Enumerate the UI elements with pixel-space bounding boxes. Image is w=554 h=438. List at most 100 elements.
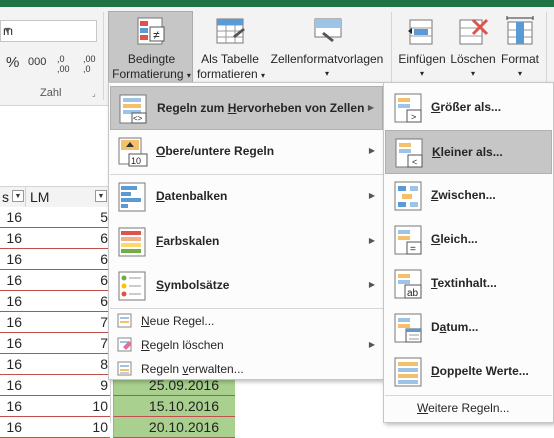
table-row: 16 6	[0, 291, 110, 312]
table-row: 16 5	[0, 207, 110, 228]
svg-text:≠: ≠	[153, 28, 160, 42]
cell-value[interactable]: 6	[22, 251, 108, 267]
menu-item-data-bars[interactable]: Datenbalken ▶	[110, 175, 383, 219]
submenu-item-label: extinhalt...	[437, 276, 497, 290]
conditional-formatting-button[interactable]: ≠ Bedingte Formatierung ▾	[108, 11, 193, 84]
date-cell[interactable]: 15.10.2016	[113, 396, 235, 417]
icon-badge: >	[411, 112, 416, 122]
cell-value[interactable]: 16	[0, 272, 22, 288]
submenu-item-accelerator: K	[432, 145, 441, 159]
menu-item-manage-rules[interactable]: Regeln verwalten...	[110, 357, 383, 381]
equal-to-icon: =	[394, 225, 422, 255]
menu-item-new-rule[interactable]: Neue Regel...	[110, 309, 383, 333]
new-rule-icon	[117, 313, 132, 328]
menu-item-clear-rules[interactable]: Regeln löschen ▶	[110, 333, 383, 357]
cell-styles-icon	[314, 18, 342, 42]
table-row: 16 6	[0, 228, 110, 249]
cell-value[interactable]: 16	[0, 209, 22, 225]
submenu-item-label: wischen...	[438, 188, 496, 202]
menu-item-top-bottom-rules[interactable]: 10 Obere/untere Regeln ▶	[110, 130, 383, 174]
chevron-down-icon: ▾	[186, 71, 191, 80]
delete-button[interactable]: Löschen ▾	[448, 12, 498, 84]
table-row: 16 6	[0, 249, 110, 270]
cell-value[interactable]: 16	[0, 377, 22, 393]
increase-decimal-button[interactable]: ,0 ,00	[57, 54, 77, 74]
percent-button[interactable]: %	[6, 54, 19, 71]
icon-badge: ab	[407, 288, 419, 299]
cell-value[interactable]: 7	[22, 335, 108, 351]
cell-value[interactable]: 16	[0, 335, 22, 351]
chevron-down-icon: ▾	[517, 69, 522, 78]
icon-badge: <	[412, 157, 417, 167]
table-header-row: s ▼ LM ▼	[0, 186, 110, 208]
menu-item-label: eue Regel...	[149, 314, 215, 328]
cell-value[interactable]: 7	[22, 314, 108, 330]
group-separator	[103, 12, 104, 100]
highlight-cells-rules-submenu: > Größer als... < Kleiner als... Zwische…	[383, 82, 554, 423]
cell-styles-button[interactable]: Zellenformatvorlagen ▾	[268, 12, 386, 84]
submenu-item-label: D	[431, 320, 440, 334]
thousands-separator-button[interactable]: 000	[28, 56, 46, 68]
submenu-item-more-rules[interactable]: Weitere Regeln...	[385, 396, 552, 420]
table-row: 16 9	[0, 375, 110, 396]
cell-value[interactable]: 16	[0, 314, 22, 330]
svg-text:<>: <>	[133, 114, 143, 123]
cell-value[interactable]: 16	[0, 398, 22, 414]
menu-item-highlight-cells-rules[interactable]: <> Regeln zum Hervorheben von Zellen ▶	[110, 86, 383, 130]
format-button[interactable]: Format ▾	[498, 12, 542, 84]
insert-label: Einfügen	[398, 52, 446, 66]
chevron-right-icon: ▶	[368, 146, 375, 155]
number-format-dropdown[interactable]: m ▼	[0, 20, 97, 42]
cell-value[interactable]: 8	[22, 356, 108, 372]
menu-item-color-scales[interactable]: Farbskalen ▶	[110, 220, 383, 264]
submenu-item-greater-than[interactable]: > Größer als...	[385, 86, 552, 130]
date-value: 20.10.2016	[148, 419, 219, 435]
submenu-item-duplicate-values[interactable]: Doppelte Werte...	[385, 350, 552, 394]
cell-value[interactable]: 16	[0, 356, 22, 372]
menu-item-accelerator: D	[156, 189, 165, 203]
formula-area	[0, 106, 110, 184]
icon-badge: =	[410, 244, 416, 255]
menu-item-accelerator: N	[141, 314, 150, 328]
cell-value[interactable]: 16	[0, 251, 22, 267]
dialog-launcher-icon[interactable]: ⌟	[92, 89, 96, 98]
text-contains-icon: ab	[394, 269, 422, 299]
decrease-decimal-button[interactable]: ,00 ,0	[83, 54, 105, 74]
submenu-item-date-occurring[interactable]: Datum...	[385, 306, 552, 350]
chevron-right-icon: ▶	[368, 340, 375, 349]
cell-value[interactable]: 5	[22, 209, 108, 225]
submenu-item-less-than[interactable]: < Kleiner als...	[385, 130, 552, 174]
filter-dropdown-icon[interactable]: ▼	[95, 190, 107, 202]
menu-item-icon-sets[interactable]: Symbolsätze ▶	[110, 264, 383, 308]
format-as-table-button[interactable]: Als Tabelle formatieren ▾	[195, 12, 265, 84]
cell-value[interactable]: 6	[22, 272, 108, 288]
cell-value[interactable]: 16	[0, 230, 22, 246]
cell-value[interactable]: 10	[22, 419, 108, 435]
clear-rules-icon	[117, 337, 132, 352]
cell-value[interactable]: 6	[22, 293, 108, 309]
insert-button[interactable]: Einfügen ▾	[396, 12, 448, 84]
title-bar-strip	[0, 0, 554, 7]
delete-label: Löschen	[450, 52, 496, 66]
data-bars-icon	[118, 182, 146, 212]
conditional-formatting-icon: ≠	[137, 17, 165, 45]
filter-dropdown-icon[interactable]: ▼	[12, 190, 24, 202]
cell-value[interactable]: 16	[0, 419, 22, 435]
date-cell[interactable]: 20.10.2016	[113, 417, 235, 438]
chevron-down-icon: ▾	[470, 69, 475, 78]
submenu-item-label: oppelte Werte...	[439, 364, 529, 378]
between-icon	[394, 181, 422, 211]
menu-item-label: bere/untere Regeln	[165, 144, 275, 158]
chevron-down-icon: ▼	[3, 25, 12, 35]
submenu-item-between[interactable]: Zwischen...	[385, 174, 552, 218]
submenu-item-label: leich...	[440, 232, 478, 246]
cell-value[interactable]: 6	[22, 230, 108, 246]
cell-value[interactable]: 10	[22, 398, 108, 414]
table-row: 16 7	[0, 312, 110, 333]
cell-value[interactable]: 16	[0, 293, 22, 309]
table-row: 16 8	[0, 354, 110, 375]
manage-rules-icon	[117, 361, 132, 376]
submenu-item-equal-to[interactable]: = Gleich...	[385, 218, 552, 262]
cell-value[interactable]: 9	[22, 377, 108, 393]
submenu-item-text-contains[interactable]: ab Textinhalt...	[385, 262, 552, 306]
